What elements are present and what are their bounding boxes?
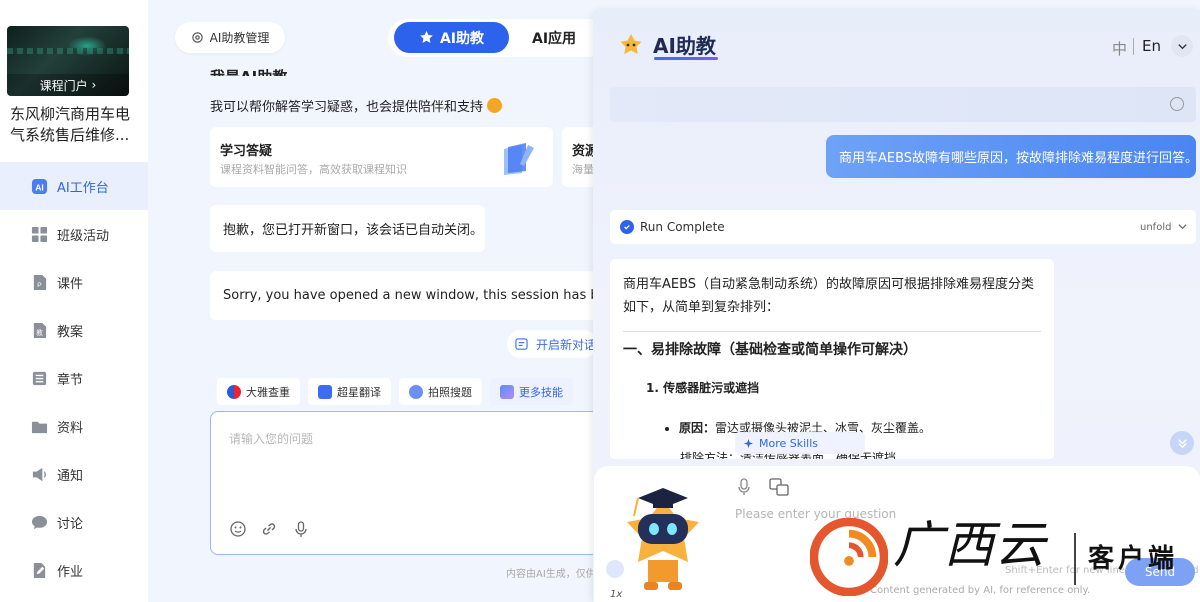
- chevron-down-icon: [1177, 43, 1187, 49]
- unfold-button[interactable]: unfold: [1140, 222, 1187, 233]
- sidebar-item-lesson-plan[interactable]: 教 教案: [0, 306, 148, 354]
- course-title: 东风柳汽商用车电 气系统售后维修...: [10, 105, 131, 144]
- assistant-message-en: Sorry, you have opened a new window, thi…: [210, 271, 602, 320]
- new-chat-icon: [515, 337, 528, 350]
- check-icon: [620, 220, 634, 234]
- assistant-answer: 商用车AEBS（自动紧急制动系统）的故障原因可根据排除难易程度分类如下，从简单到…: [610, 259, 1054, 459]
- sparkle-icon: [743, 438, 754, 448]
- star-bot-icon: [420, 30, 433, 43]
- lang-en-button[interactable]: En: [1142, 37, 1161, 55]
- question-input[interactable]: 请输入您的问题: [210, 411, 600, 555]
- sidebar-item-courseware[interactable]: P 课件: [0, 258, 148, 306]
- more-skills-button[interactable]: 更多技能: [490, 378, 573, 405]
- play-icon[interactable]: [1170, 97, 1184, 111]
- svg-text:P: P: [37, 282, 42, 289]
- collapse-button[interactable]: [1171, 35, 1193, 57]
- doc-file-icon: 教: [31, 322, 48, 339]
- welcome-title: 我是AI助教: [210, 62, 287, 76]
- watermark-text: 广西云: [893, 516, 1046, 574]
- mic-icon[interactable]: [292, 520, 310, 538]
- tab-ai-apps[interactable]: AI应用: [532, 22, 602, 53]
- lang-zh-button[interactable]: 中: [1112, 38, 1127, 59]
- answer-item-1: 1. 传感器脏污或遮挡: [646, 381, 760, 395]
- sidebar-item-chapters[interactable]: 章节: [0, 354, 148, 402]
- link-icon[interactable]: [260, 520, 278, 538]
- grid-icon: [31, 226, 48, 243]
- media-banner: [610, 87, 1196, 122]
- sparkle-icon: [500, 384, 514, 399]
- sidebar-item-notices[interactable]: 通知: [0, 450, 148, 498]
- folder-icon: [31, 418, 48, 435]
- skill-translate[interactable]: 超星翻译: [308, 378, 391, 405]
- hug-emoji-icon: [487, 98, 503, 113]
- sidebar-item-ai-workbench[interactable]: AI AI工作台: [0, 162, 148, 210]
- user-message: 商用车AEBS故障有哪些原因，按故障排除难易程度进行回答。: [826, 135, 1198, 178]
- watermark-client: 客户端: [1088, 544, 1179, 574]
- panel-disclaimer: Content generated by AI, for reference o…: [870, 585, 1091, 596]
- camera-icon: [409, 384, 423, 399]
- chat-icon: [31, 514, 48, 531]
- course-portal-link[interactable]: 课程门户 ›: [7, 74, 129, 96]
- welcome-intro: 我可以帮你解答学习疑惑，也会提供陪伴和支持: [210, 96, 503, 115]
- mic-icon[interactable]: [737, 478, 751, 496]
- run-status-bar[interactable]: Run Complete: [610, 210, 1196, 244]
- title-underline: [654, 57, 718, 60]
- translate-icon: [318, 384, 332, 399]
- new-chat-button[interactable]: 开启新对话: [507, 330, 597, 358]
- card-study-qa[interactable]: 学习答疑 课程资料智能问答，高效获取课程知识: [210, 127, 553, 187]
- skill-photo-search[interactable]: 拍照搜题: [399, 378, 482, 405]
- ai-assistant-manage-button[interactable]: AI助教管理: [175, 22, 285, 53]
- lang-divider: [1133, 38, 1134, 55]
- answer-divider: [623, 331, 1041, 332]
- ppt-file-icon: P: [31, 274, 48, 291]
- course-cover-image[interactable]: 课程门户 ›: [7, 26, 129, 96]
- svg-text:AI: AI: [35, 182, 44, 192]
- edit-icon: [31, 562, 48, 579]
- guangxiyun-logo: [810, 518, 888, 596]
- sidebar-item-materials[interactable]: 资料: [0, 402, 148, 450]
- ai-icon: AI: [31, 178, 48, 195]
- daya-logo-icon: [227, 384, 241, 399]
- scroll-to-bottom-button[interactable]: [1170, 431, 1194, 455]
- more-skills-chip[interactable]: More Skills: [735, 432, 865, 454]
- translate-icon[interactable]: [769, 478, 789, 496]
- svg-text:教: 教: [36, 328, 43, 337]
- mascot-robot-image: [627, 488, 699, 590]
- sidebar-item-discussion[interactable]: 讨论: [0, 498, 148, 546]
- assistant-logo-icon: [620, 34, 642, 54]
- sidebar-item-homework[interactable]: 作业: [0, 546, 148, 594]
- assistant-message-cn: 抱歉，您已打开新窗口，该会话已自动关闭。: [210, 205, 485, 252]
- list-icon: [31, 370, 48, 387]
- emoji-icon[interactable]: [229, 520, 247, 538]
- chevron-down-icon: [1178, 224, 1187, 230]
- watermark-divider: [1074, 533, 1076, 585]
- speaker-icon: [31, 466, 48, 483]
- book-pen-icon: [504, 143, 534, 175]
- skill-plagiarism-check[interactable]: 大雅查重: [217, 378, 300, 405]
- panel-title: AI助教: [653, 34, 716, 58]
- sidebar-item-class-activity[interactable]: 班级活动: [0, 210, 148, 258]
- tab-ai-assistant[interactable]: AI助教: [394, 22, 509, 53]
- double-chevron-down-icon: [1177, 438, 1187, 448]
- settings-icon: [191, 32, 203, 43]
